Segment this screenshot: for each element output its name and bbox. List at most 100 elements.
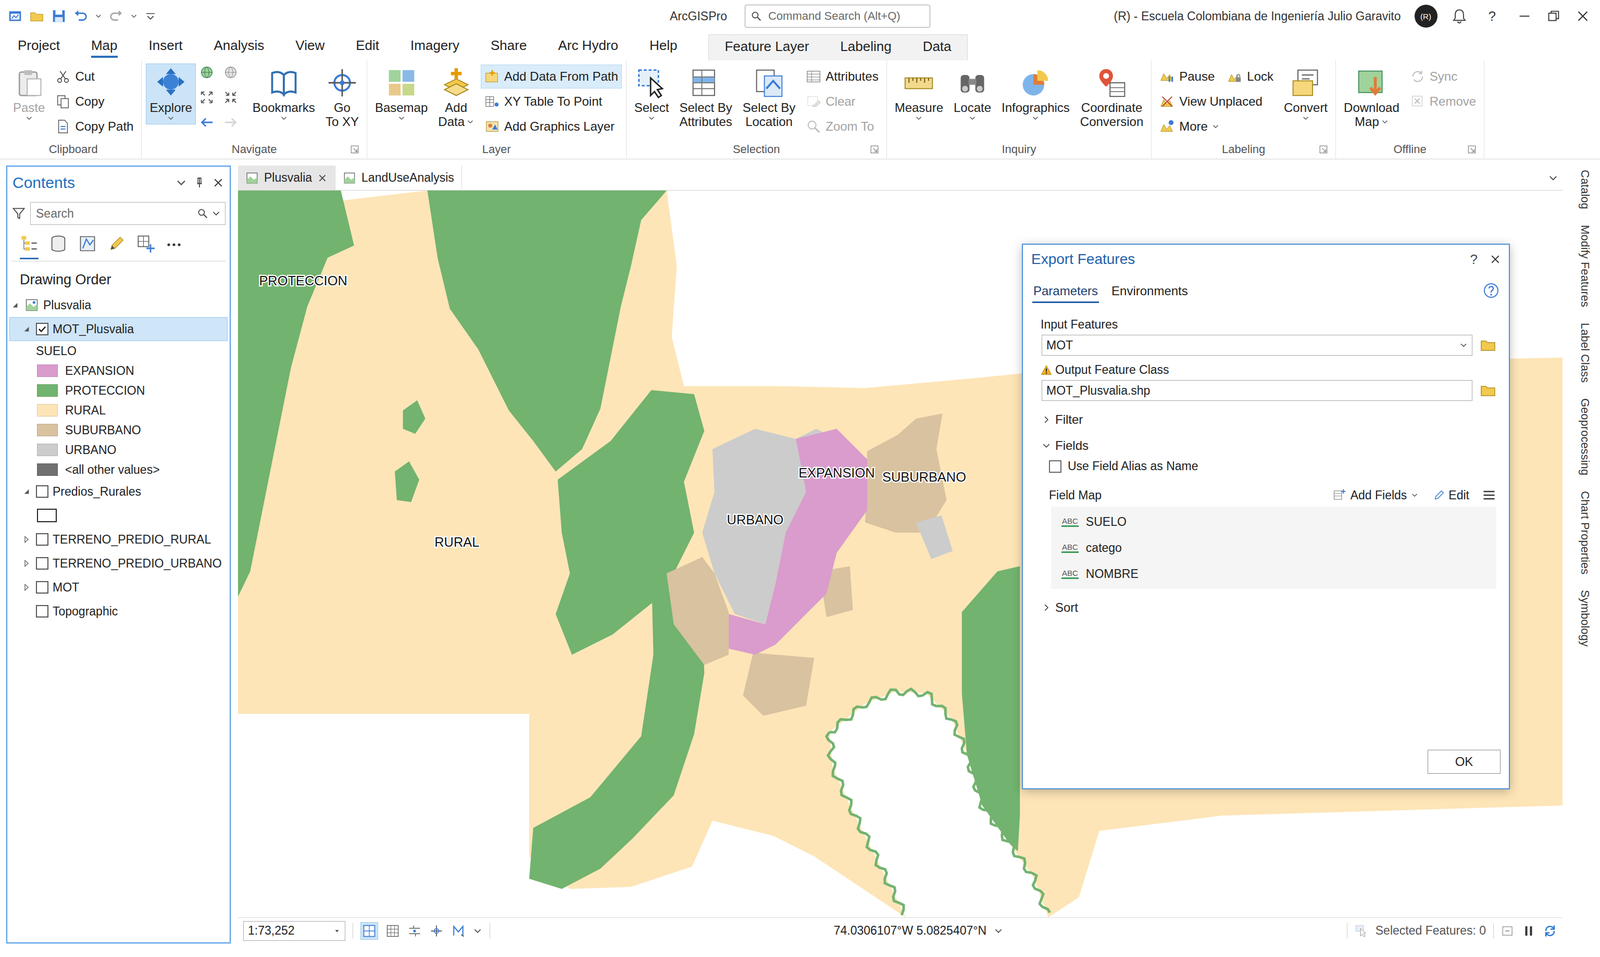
- close-pane-icon[interactable]: [211, 176, 225, 190]
- tab-list-icon[interactable]: [1547, 172, 1559, 184]
- legend-item[interactable]: SUBURBANO: [9, 420, 228, 441]
- avatar[interactable]: (R): [1414, 4, 1438, 28]
- layer-row[interactable]: Predios_Rurales: [9, 479, 228, 504]
- expand-icon[interactable]: [21, 534, 32, 545]
- collapse-icon[interactable]: [9, 300, 21, 311]
- field-row[interactable]: ABCcatego: [1051, 534, 1497, 561]
- next-extent-icon[interactable]: [222, 114, 239, 131]
- clear-selection-icon[interactable]: [1501, 924, 1515, 939]
- layer-checkbox[interactable]: [35, 485, 49, 498]
- dock-tab[interactable]: Label Class: [1578, 320, 1592, 385]
- more-options-icon[interactable]: [165, 236, 183, 254]
- ribbon-small-button[interactable]: XY Table To Point: [480, 89, 606, 114]
- fixed-zoom-out-icon[interactable]: [198, 89, 215, 106]
- dock-tab[interactable]: Catalog: [1578, 167, 1592, 212]
- fixed-zoom-in-icon[interactable]: [222, 89, 239, 106]
- dropdown-icon[interactable]: [397, 114, 406, 122]
- map-polygon[interactable]: [403, 400, 426, 435]
- map-polygon[interactable]: [743, 653, 815, 717]
- dropdown-icon[interactable]: [968, 114, 977, 122]
- pane-options-icon[interactable]: [175, 177, 187, 189]
- contents-view-tab[interactable]: [107, 230, 127, 260]
- dropdown-icon[interactable]: [280, 114, 288, 122]
- map-polygon[interactable]: [728, 429, 868, 656]
- dock-tab[interactable]: Chart Properties: [1578, 489, 1592, 577]
- undo-icon[interactable]: [72, 8, 89, 24]
- notifications-icon[interactable]: [1451, 7, 1468, 25]
- ribbon-button[interactable]: Infographics: [997, 63, 1074, 125]
- open-icon[interactable]: [29, 8, 45, 24]
- browse-folder-icon[interactable]: [1479, 336, 1497, 354]
- ribbon-tab[interactable]: Share: [475, 32, 543, 61]
- expand-icon[interactable]: [1041, 415, 1052, 425]
- expand-icon[interactable]: [1041, 603, 1052, 613]
- search-options-icon[interactable]: [211, 208, 221, 219]
- customize-icon[interactable]: [143, 9, 158, 23]
- contents-view-tab[interactable]: [78, 230, 97, 260]
- snapping-icon[interactable]: [407, 923, 422, 939]
- filter-icon[interactable]: [11, 206, 27, 221]
- ribbon-button[interactable]: GoTo XY: [321, 63, 363, 132]
- coordinate-format-icon[interactable]: [993, 926, 1004, 936]
- map-view[interactable]: PROTECCIONRURALURBANOEXPANSIONSUBURBANOE…: [238, 190, 1563, 918]
- map-polygon[interactable]: [829, 691, 1049, 918]
- dock-tab[interactable]: Geoprocessing: [1578, 396, 1592, 478]
- ribbon-small-button[interactable]: Copy Path: [51, 114, 137, 139]
- ribbon-tab[interactable]: Project: [2, 32, 76, 61]
- pin-icon[interactable]: [193, 176, 206, 190]
- command-search-input[interactable]: [767, 8, 925, 24]
- dialog-launcher-icon[interactable]: [869, 144, 880, 155]
- legend-item[interactable]: RURAL: [9, 400, 228, 421]
- ok-button[interactable]: OK: [1427, 750, 1501, 774]
- layer-row[interactable]: MOT: [9, 575, 228, 600]
- layer-checkbox[interactable]: [35, 322, 49, 336]
- dropdown-icon[interactable]: [25, 114, 33, 122]
- map-tab[interactable]: Plusvalia: [238, 165, 336, 191]
- dock-tab[interactable]: Modify Features: [1578, 222, 1592, 310]
- legend-item[interactable]: URBANO: [9, 440, 228, 460]
- layer-checkbox[interactable]: [35, 533, 49, 546]
- scale-box[interactable]: 1:73,252: [243, 921, 346, 942]
- section-header[interactable]: Fields: [1041, 438, 1497, 454]
- restore-icon[interactable]: [1545, 8, 1562, 24]
- section-header[interactable]: Sort: [1041, 600, 1497, 616]
- redo-icon[interactable]: [108, 8, 124, 24]
- refresh-icon[interactable]: [1542, 923, 1558, 939]
- collapse-icon[interactable]: [21, 486, 32, 497]
- ribbon-small-button[interactable]: Cut: [51, 64, 98, 89]
- dialog-tab[interactable]: Environments: [1110, 280, 1190, 304]
- grid-snap-icon[interactable]: [429, 923, 444, 939]
- ribbon-tab[interactable]: Map: [75, 32, 134, 61]
- layer-checkbox[interactable]: [35, 581, 49, 594]
- help-button[interactable]: ?: [1481, 8, 1504, 25]
- dock-tab[interactable]: Symbology: [1578, 588, 1592, 649]
- parameter-input[interactable]: MOT: [1041, 334, 1473, 356]
- redo-dropdown-icon[interactable]: [130, 12, 138, 20]
- legend-item[interactable]: PROTECCION: [9, 380, 228, 401]
- layer-checkbox[interactable]: [35, 605, 49, 618]
- ribbon-small-button[interactable]: Add Data From Path: [480, 64, 622, 89]
- undo-dropdown-icon[interactable]: [94, 12, 103, 20]
- north-arrow-icon[interactable]: [451, 923, 466, 939]
- edit-button[interactable]: Edit: [1432, 488, 1470, 503]
- grid-icon[interactable]: [361, 923, 377, 939]
- ribbon-button[interactable]: DownloadMap: [1340, 63, 1404, 132]
- ribbon-small-button[interactable]: More: [1155, 114, 1223, 139]
- browse-folder-icon[interactable]: [1479, 382, 1497, 399]
- map-polygon[interactable]: [916, 515, 953, 560]
- ribbon-button[interactable]: Basemap: [371, 63, 432, 125]
- ribbon-tab[interactable]: View: [279, 32, 341, 61]
- ribbon-tab[interactable]: Edit: [340, 32, 395, 61]
- tool-help-icon[interactable]: [1482, 282, 1500, 299]
- add-fields-button[interactable]: Add Fields: [1332, 488, 1419, 503]
- dropdown-icon[interactable]: [466, 118, 474, 126]
- contents-search-input[interactable]: [34, 206, 194, 222]
- map-tab[interactable]: LandUseAnalysis: [335, 165, 462, 191]
- layer-checkbox[interactable]: [35, 557, 49, 570]
- globe-icon[interactable]: [222, 64, 239, 81]
- map-row[interactable]: Plusvalia: [9, 293, 228, 318]
- close-tab-icon[interactable]: [317, 172, 328, 184]
- ribbon-button[interactable]: Select ByLocation: [739, 63, 799, 132]
- ribbon-small-button[interactable]: Lock: [1223, 64, 1278, 89]
- ribbon-tab[interactable]: Imagery: [394, 32, 475, 61]
